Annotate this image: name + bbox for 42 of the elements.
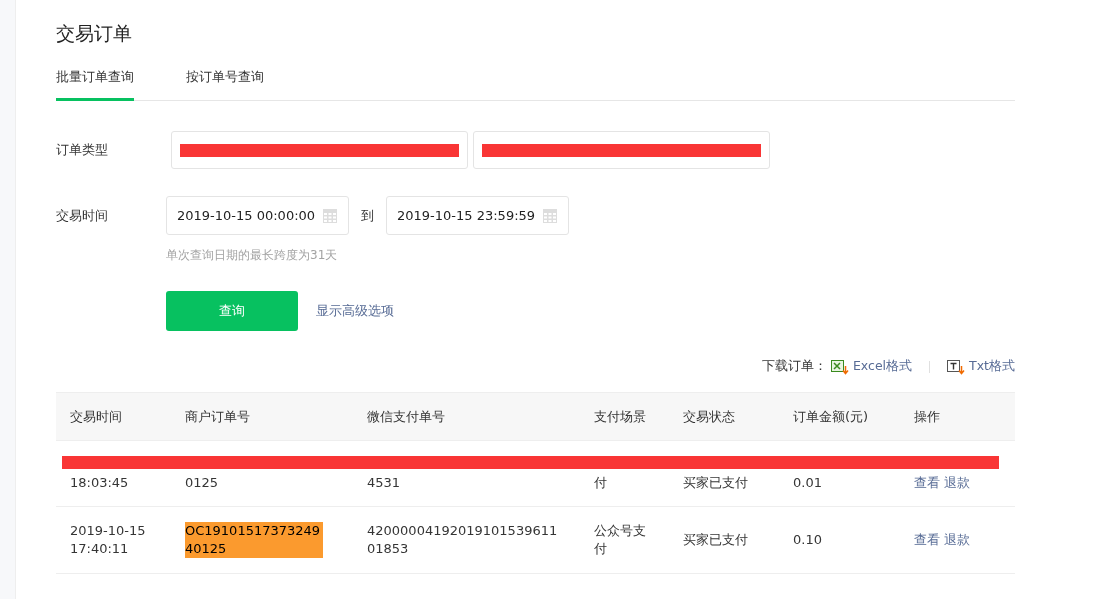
table-cell-text: 4200000419201910153961101853	[366, 522, 559, 558]
field-label: 交易时间	[56, 206, 109, 225]
row-action-link[interactable]: 查看	[914, 474, 940, 492]
table-cell-text: 公众号支付	[593, 522, 647, 558]
calendar-icon	[322, 207, 338, 224]
table-cell-text: 18:03:45	[69, 474, 130, 492]
table-cell-text: 0.10	[792, 531, 823, 549]
select-field[interactable]	[171, 131, 468, 169]
page-title: 交易订单	[56, 21, 133, 46]
table-cell-text: 付	[593, 474, 608, 492]
table-cell-text: 买家已支付	[682, 531, 749, 549]
column-header: 支付场景	[593, 407, 647, 426]
table-cell-text: 2019-10-15 17:40:11	[69, 522, 147, 558]
field-label: 订单类型	[56, 141, 109, 159]
select-field[interactable]	[473, 131, 770, 169]
tab[interactable]: 批量订单查询	[56, 62, 134, 101]
excel-download-link[interactable]: Excel格式	[852, 358, 913, 375]
date-field[interactable]: 2019-10-15 00:00:00	[166, 196, 349, 235]
row-action-link[interactable]: 退款	[944, 474, 970, 492]
row-action-link[interactable]: 查看	[914, 531, 940, 549]
column-header: 微信支付单号	[366, 407, 446, 426]
table-cell: OC1910151737324940125	[185, 522, 323, 558]
row-action-link[interactable]: 退款	[944, 531, 970, 549]
table-cell: 0125	[185, 474, 219, 492]
calendar-icon	[542, 207, 558, 224]
tab[interactable]: 按订单号查询	[186, 62, 264, 101]
column-header: 交易状态	[682, 407, 736, 426]
table-cell-text: 4531	[366, 474, 402, 492]
hint-text: 单次查询日期的最长跨度为31天	[166, 247, 339, 264]
download-label: 下载订单：	[761, 358, 827, 375]
range-separator: 到	[361, 206, 374, 225]
txt-download-link[interactable]: Txt格式	[969, 358, 1015, 375]
advanced-options-link[interactable]: 显示高级选项	[316, 302, 394, 320]
table-cell-text: 0.01	[792, 474, 823, 492]
excel-download-icon	[830, 358, 849, 375]
date-field[interactable]: 2019-10-15 23:59:59	[386, 196, 569, 235]
txt-download-icon	[947, 358, 966, 375]
column-header: 交易时间	[69, 407, 123, 426]
column-header: 商户订单号	[184, 407, 251, 426]
column-header: 操作	[913, 407, 941, 426]
column-header: 订单金额(元)	[792, 407, 870, 426]
table-cell-text: 买家已支付	[682, 474, 749, 492]
